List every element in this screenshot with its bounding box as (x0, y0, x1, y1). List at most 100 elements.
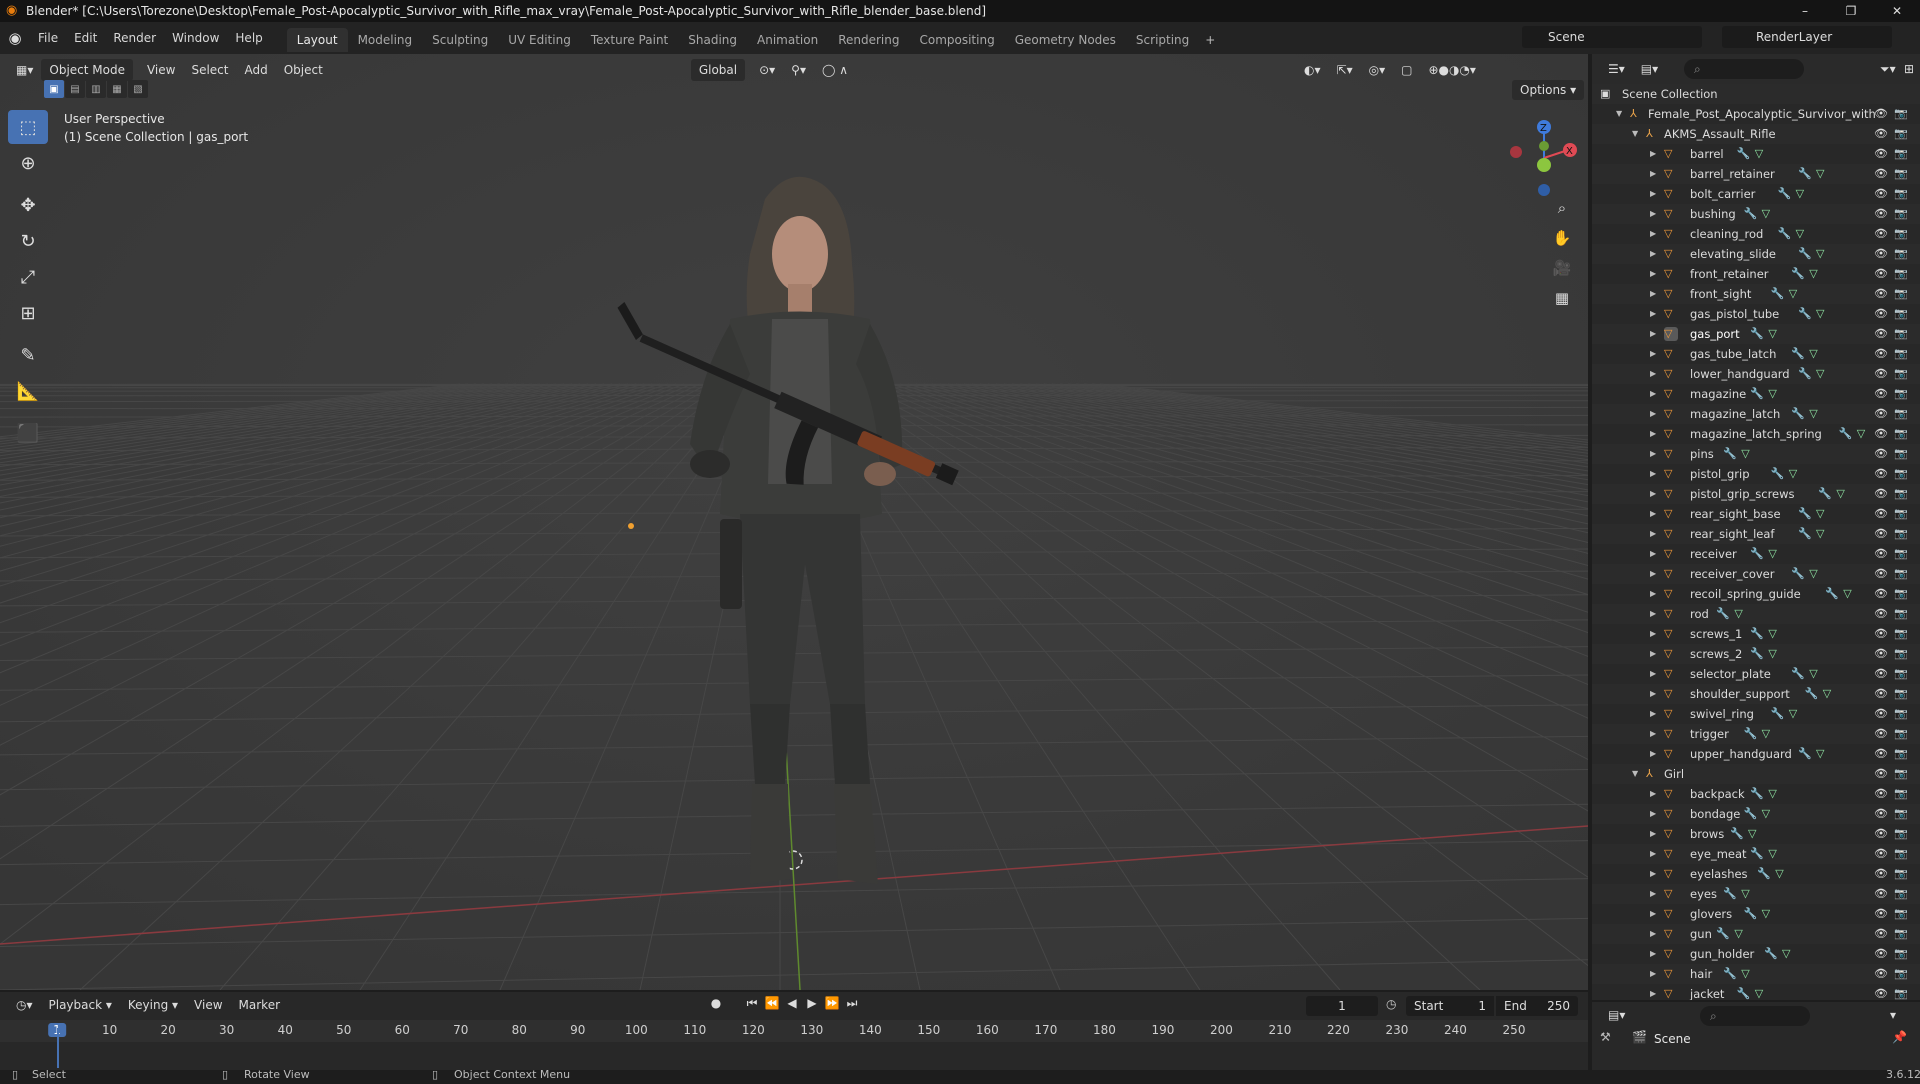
outliner-object-row[interactable]: ▶▽screws_2🔧▽👁📷 (1592, 644, 1920, 664)
render-camera-icon[interactable]: 📷 (1894, 284, 1908, 304)
menu-render[interactable]: Render (105, 22, 164, 54)
outliner-object-row[interactable]: ▶▽barrel🔧▽👁📷 (1592, 144, 1920, 164)
collapse-arrow-icon[interactable]: ▶ (1650, 164, 1656, 184)
outliner-object-row[interactable]: ▶▽gun_holder🔧▽👁📷 (1592, 944, 1920, 964)
collapse-arrow-icon[interactable]: ▶ (1650, 304, 1656, 324)
collapse-arrow-icon[interactable]: ▶ (1650, 624, 1656, 644)
eye-icon[interactable]: 👁 (1874, 604, 1888, 624)
render-camera-icon[interactable]: 📷 (1894, 504, 1908, 524)
collapse-arrow-icon[interactable]: ▶ (1650, 964, 1656, 984)
current-frame-field[interactable]: 1 (1306, 996, 1378, 1016)
outliner-object-row[interactable]: ▶▽magazine_latch🔧▽👁📷 (1592, 404, 1920, 424)
jump-end-icon[interactable]: ⏭ (842, 996, 862, 1011)
render-camera-icon[interactable]: 📷 (1894, 544, 1908, 564)
render-camera-icon[interactable]: 📷 (1894, 444, 1908, 464)
render-camera-icon[interactable]: 📷 (1894, 804, 1908, 824)
mesh-data-icon[interactable]: ▽ (1816, 744, 1824, 764)
render-camera-icon[interactable]: 📷 (1894, 224, 1908, 244)
eye-icon[interactable]: 👁 (1874, 704, 1888, 724)
mesh-data-icon[interactable]: ▽ (1762, 804, 1770, 824)
options-dropdown[interactable]: Options ▾ (1512, 80, 1584, 100)
collapse-arrow-icon[interactable]: ▶ (1650, 524, 1656, 544)
mesh-data-icon[interactable]: ▽ (1768, 544, 1776, 564)
outliner-object-row[interactable]: ▶▽selector_plate🔧▽👁📷 (1592, 664, 1920, 684)
expand-arrow-icon[interactable]: ▼ (1616, 104, 1622, 124)
start-frame-field[interactable]: Start1 (1406, 996, 1494, 1016)
modifier-wrench-icon[interactable]: 🔧 (1825, 584, 1839, 604)
render-camera-icon[interactable]: 📷 (1894, 644, 1908, 664)
outliner-object-row[interactable]: ▶▽lower_handguard🔧▽👁📷 (1592, 364, 1920, 384)
move-tool-icon[interactable]: ✥ (8, 188, 48, 222)
overlay-toggle-icon[interactable]: ◎▾ (1361, 59, 1394, 81)
modifier-wrench-icon[interactable]: 🔧 (1798, 364, 1812, 384)
eye-icon[interactable]: 👁 (1874, 644, 1888, 664)
tab-rendering[interactable]: Rendering (828, 28, 909, 52)
eye-icon[interactable]: 👁 (1874, 764, 1888, 784)
modifier-wrench-icon[interactable]: 🔧 (1798, 504, 1812, 524)
modifier-wrench-icon[interactable]: 🔧 (1791, 264, 1805, 284)
pivot-icon[interactable]: ⊙▾ (751, 59, 783, 81)
render-camera-icon[interactable]: 📷 (1894, 144, 1908, 164)
render-camera-icon[interactable]: 📷 (1894, 824, 1908, 844)
modifier-wrench-icon[interactable]: 🔧 (1750, 624, 1764, 644)
eye-icon[interactable]: 👁 (1874, 424, 1888, 444)
collapse-arrow-icon[interactable]: ▶ (1650, 484, 1656, 504)
outliner-object-row[interactable]: ▶▽hair🔧▽👁📷 (1592, 964, 1920, 984)
modifier-wrench-icon[interactable]: 🔧 (1791, 344, 1805, 364)
mesh-data-icon[interactable]: ▽ (1768, 644, 1776, 664)
render-camera-icon[interactable]: 📷 (1894, 404, 1908, 424)
render-camera-icon[interactable]: 📷 (1894, 184, 1908, 204)
menu-add[interactable]: Add (236, 59, 275, 81)
modifier-wrench-icon[interactable]: 🔧 (1750, 544, 1764, 564)
collapse-arrow-icon[interactable]: ▶ (1650, 684, 1656, 704)
outliner-object-row[interactable]: ▶▽recoil_spring_guide🔧▽👁📷 (1592, 584, 1920, 604)
eye-icon[interactable]: 👁 (1874, 464, 1888, 484)
gizmo-toggle-icon[interactable]: ⇱▾ (1329, 59, 1361, 81)
mesh-data-icon[interactable]: ▽ (1734, 604, 1742, 624)
pin-icon[interactable]: 📌 (1892, 1030, 1907, 1044)
collapse-arrow-icon[interactable]: ▶ (1650, 504, 1656, 524)
select-intersect-icon[interactable]: ▧ (128, 80, 148, 98)
expand-arrow-icon[interactable]: ▼ (1632, 124, 1638, 144)
outliner-object-row[interactable]: ▶▽gun🔧▽👁📷 (1592, 924, 1920, 944)
render-camera-icon[interactable]: 📷 (1894, 844, 1908, 864)
mesh-data-icon[interactable]: ▽ (1762, 724, 1770, 744)
collapse-arrow-icon[interactable]: ▶ (1650, 784, 1656, 804)
collapse-arrow-icon[interactable]: ▶ (1650, 284, 1656, 304)
eye-icon[interactable]: 👁 (1874, 944, 1888, 964)
modifier-wrench-icon[interactable]: 🔧 (1798, 304, 1812, 324)
shading-modes-icon[interactable]: ⊕●◑◔▾ (1420, 59, 1484, 81)
eye-icon[interactable]: 👁 (1874, 224, 1888, 244)
outliner-editor-type-icon[interactable]: ☰▾ (1600, 58, 1633, 80)
collapse-arrow-icon[interactable]: ▶ (1650, 344, 1656, 364)
annotate-tool-icon[interactable]: ✎ (8, 338, 48, 372)
character-model[interactable] (560, 144, 1020, 974)
outliner-object-row[interactable]: ▶▽barrel_retainer🔧▽👁📷 (1592, 164, 1920, 184)
tab-compositing[interactable]: Compositing (909, 28, 1004, 52)
new-collection-icon[interactable]: ⊞ (1896, 58, 1920, 80)
modifier-wrench-icon[interactable]: 🔧 (1723, 444, 1737, 464)
eye-icon[interactable]: 👁 (1874, 884, 1888, 904)
blender-menu-icon[interactable]: ◉ (0, 29, 30, 47)
mesh-data-icon[interactable]: ▽ (1748, 824, 1756, 844)
tab-modeling[interactable]: Modeling (348, 28, 423, 52)
outliner-object-row[interactable]: ▶▽swivel_ring🔧▽👁📷 (1592, 704, 1920, 724)
mesh-data-icon[interactable]: ▽ (1816, 364, 1824, 384)
clock-icon[interactable]: ◷ (1386, 997, 1396, 1011)
scale-tool-icon[interactable]: ⤢ (8, 260, 48, 294)
eye-icon[interactable]: 👁 (1874, 404, 1888, 424)
mesh-data-icon[interactable]: ▽ (1796, 184, 1804, 204)
outliner-object-row[interactable]: ▶▽front_retainer🔧▽👁📷 (1592, 264, 1920, 284)
collapse-arrow-icon[interactable]: ▶ (1650, 324, 1656, 344)
eye-icon[interactable]: 👁 (1874, 504, 1888, 524)
eye-icon[interactable]: 👁 (1874, 204, 1888, 224)
eye-icon[interactable]: 👁 (1874, 864, 1888, 884)
maximize-button[interactable]: ❐ (1828, 0, 1874, 22)
add-cube-tool-icon[interactable]: ⬛ (8, 416, 48, 450)
mesh-data-icon[interactable]: ▽ (1816, 304, 1824, 324)
mesh-data-icon[interactable]: ▽ (1734, 924, 1742, 944)
modifier-wrench-icon[interactable]: 🔧 (1798, 244, 1812, 264)
eye-icon[interactable]: 👁 (1874, 724, 1888, 744)
outliner-object-row[interactable]: ▶▽bondage🔧▽👁📷 (1592, 804, 1920, 824)
collapse-arrow-icon[interactable]: ▶ (1650, 224, 1656, 244)
